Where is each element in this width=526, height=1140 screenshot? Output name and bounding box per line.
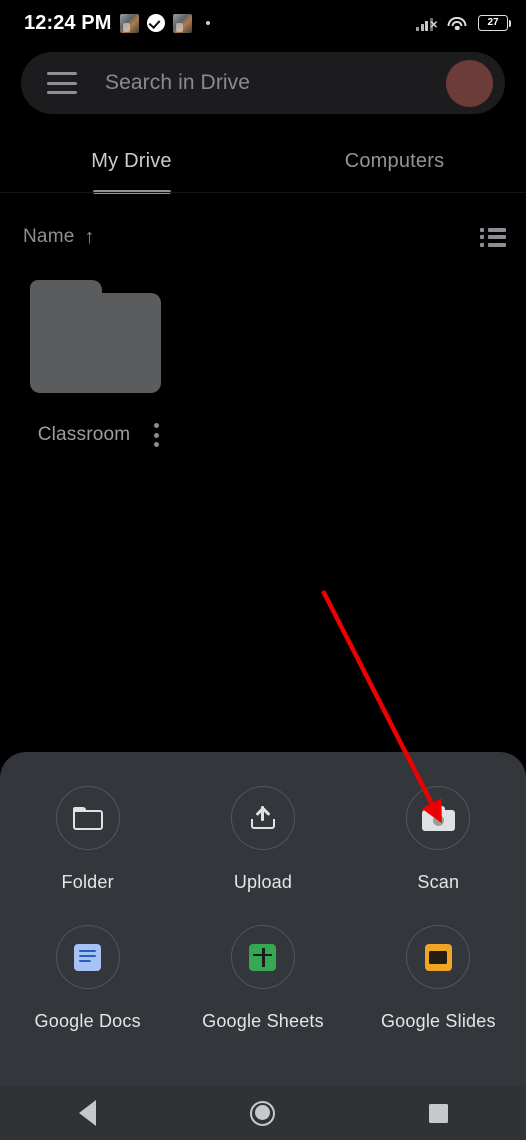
file-grid: Classroom <box>0 280 526 451</box>
status-bar: 12:24 PM ✕ 27 <box>0 0 526 46</box>
list-view-icon[interactable] <box>480 228 506 247</box>
bottom-sheet-row-2: Google Docs Google Sheets Google Slides <box>0 925 526 1032</box>
search-bar[interactable]: Search in Drive <box>21 52 505 114</box>
signal-no-service-icon: ✕ <box>416 16 438 31</box>
google-slides-icon-button[interactable] <box>406 925 471 989</box>
create-bottom-sheet: Folder Upload Scan Google Docs Google Sh… <box>0 752 526 1086</box>
battery-icon: 27 <box>478 15 511 31</box>
status-bar-right: ✕ 27 <box>416 15 511 31</box>
hamburger-menu-icon[interactable] <box>47 72 77 94</box>
sheet-label-google-sheets: Google Sheets <box>202 1011 324 1031</box>
google-slides-icon <box>424 943 452 971</box>
photo-thumbnail-icon <box>172 13 192 33</box>
sheet-label-google-slides: Google Slides <box>380 1011 496 1031</box>
file-name-row: Classroom <box>8 419 183 451</box>
wifi-icon <box>447 16 467 31</box>
tab-my-drive-label: My Drive <box>91 149 172 172</box>
tab-bar: My Drive Computers <box>0 130 526 192</box>
status-bar-left: 12:24 PM <box>24 12 416 35</box>
phone-screen: 12:24 PM ✕ 27 Search in Drive My Drive C… <box>0 0 526 1140</box>
tab-computers-label: Computers <box>344 149 445 172</box>
nav-recents-icon <box>428 1103 448 1123</box>
sheet-action-google-docs[interactable]: Google Docs <box>0 925 175 1032</box>
list-item[interactable]: Classroom <box>8 280 183 451</box>
status-clock: 12:24 PM <box>24 11 112 34</box>
tab-computers[interactable]: Computers <box>263 130 526 192</box>
google-sheets-icon <box>249 943 277 971</box>
google-docs-icon-button[interactable] <box>55 925 120 989</box>
camera-scan-icon <box>421 805 455 831</box>
sheet-label-scan: Scan <box>417 872 460 892</box>
google-sheets-icon-button[interactable] <box>230 925 295 989</box>
sheet-action-upload[interactable]: Upload <box>175 786 350 893</box>
check-circle-icon <box>146 14 165 32</box>
kebab-menu-icon[interactable] <box>150 419 163 451</box>
search-input[interactable]: Search in Drive <box>105 71 446 95</box>
nav-back-button[interactable] <box>0 1100 175 1126</box>
upload-icon <box>249 804 277 832</box>
upload-icon-button[interactable] <box>230 786 295 850</box>
sheet-label-folder: Folder <box>61 872 114 892</box>
sheet-action-scan[interactable]: Scan <box>351 786 526 893</box>
sheet-action-folder[interactable]: Folder <box>0 786 175 893</box>
dot-icon <box>205 21 210 25</box>
bottom-sheet-row-1: Folder Upload Scan <box>0 786 526 893</box>
sheet-action-google-sheets[interactable]: Google Sheets <box>175 925 350 1032</box>
android-nav-bar <box>0 1086 526 1140</box>
nav-recents-button[interactable] <box>351 1103 526 1123</box>
sort-row: Name ↑ <box>0 213 526 261</box>
tab-divider <box>0 192 526 193</box>
nav-home-button[interactable] <box>175 1100 350 1126</box>
folder-icon[interactable] <box>30 280 161 393</box>
sort-direction-icon[interactable]: ↑ <box>84 227 94 247</box>
sheet-action-google-slides[interactable]: Google Slides <box>351 925 526 1032</box>
tab-my-drive[interactable]: My Drive <box>0 130 263 192</box>
nav-home-icon <box>250 1100 276 1126</box>
folder-icon <box>72 806 103 830</box>
avatar[interactable] <box>446 59 493 107</box>
sheet-label-upload: Upload <box>233 872 293 892</box>
folder-icon-button[interactable] <box>55 786 120 850</box>
photo-thumbnail-icon <box>119 13 139 33</box>
google-docs-icon <box>74 943 102 971</box>
sheet-label-google-docs: Google Docs <box>34 1011 141 1031</box>
sort-by-name-button[interactable]: Name <box>23 226 74 248</box>
scan-icon-button[interactable] <box>406 786 471 850</box>
file-name-label: Classroom <box>37 424 131 445</box>
battery-level-label: 27 <box>487 17 499 28</box>
nav-back-icon <box>79 1100 97 1126</box>
